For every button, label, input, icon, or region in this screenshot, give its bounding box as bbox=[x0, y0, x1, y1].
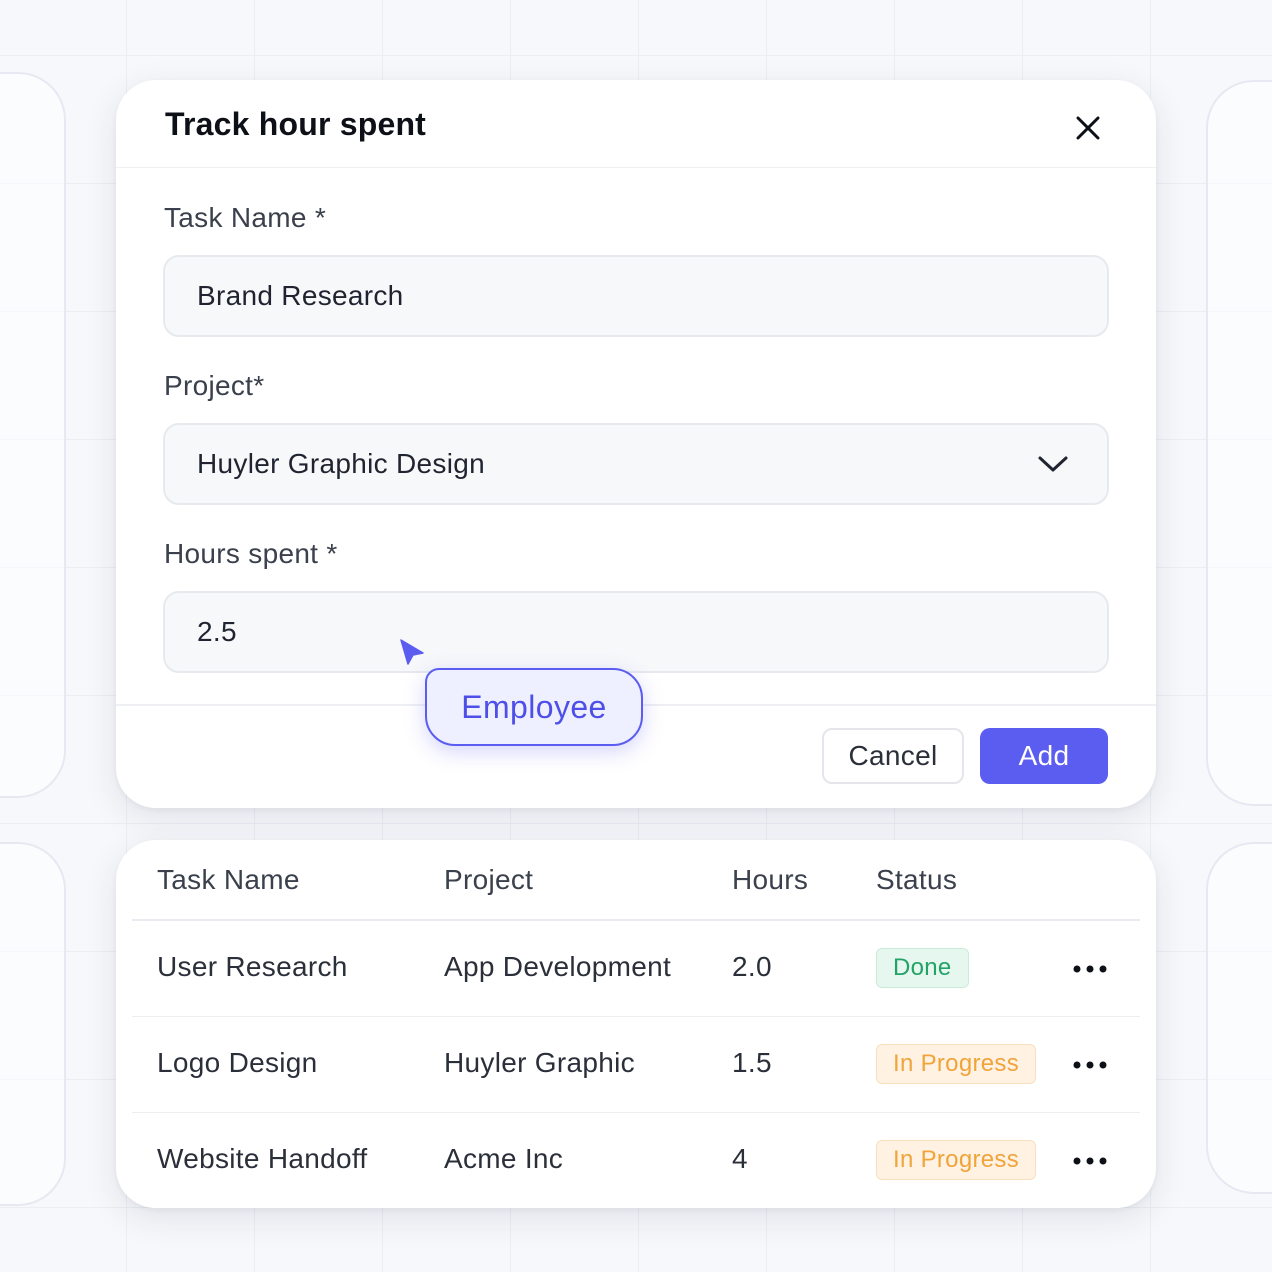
hours-input[interactable] bbox=[197, 616, 1107, 648]
cell-project: Huyler Graphic bbox=[444, 1047, 635, 1078]
project-selected-value: Huyler Graphic Design bbox=[197, 448, 485, 479]
cancel-button[interactable]: Cancel bbox=[822, 728, 964, 784]
background-card bbox=[0, 72, 66, 798]
cell-hours: 1.5 bbox=[732, 1047, 772, 1078]
column-header-project: Project bbox=[444, 864, 534, 895]
hours-field[interactable] bbox=[163, 591, 1109, 673]
status-badge: In Progress bbox=[876, 1140, 1037, 1180]
cell-hours: 2.0 bbox=[732, 951, 772, 982]
column-header-task: Task Name bbox=[157, 864, 300, 895]
project-select[interactable]: Huyler Graphic Design bbox=[163, 423, 1109, 505]
time-entries-table: Task Name Project Hours Status User Rese… bbox=[116, 840, 1156, 1208]
column-header-status: Status bbox=[876, 864, 958, 895]
more-horizontal-icon bbox=[1073, 1061, 1107, 1069]
more-horizontal-icon bbox=[1073, 1157, 1107, 1165]
cell-task: Website Handoff bbox=[157, 1143, 368, 1174]
background-card bbox=[0, 842, 66, 1206]
hours-label: Hours spent * bbox=[164, 538, 338, 569]
column-header-hours: Hours bbox=[732, 864, 809, 895]
cell-project: App Development bbox=[444, 951, 672, 982]
table-row: Logo Design Huyler Graphic 1.5 In Progre… bbox=[132, 1017, 1140, 1113]
table-row: User Research App Development 2.0 Done bbox=[132, 921, 1140, 1017]
table-row: Website Handoff Acme Inc 4 In Progress bbox=[132, 1113, 1140, 1208]
close-icon bbox=[1076, 116, 1100, 140]
modal-title: Track hour spent bbox=[165, 106, 427, 142]
cell-task: Logo Design bbox=[157, 1047, 318, 1078]
more-horizontal-icon bbox=[1073, 965, 1107, 973]
close-button[interactable] bbox=[1066, 106, 1110, 150]
background-card bbox=[1206, 80, 1272, 806]
employee-cursor-tag: Employee bbox=[425, 668, 643, 746]
cell-project: Acme Inc bbox=[444, 1143, 564, 1174]
cell-task: User Research bbox=[157, 951, 348, 982]
task-name-label: Task Name * bbox=[164, 202, 327, 233]
add-button[interactable]: Add bbox=[980, 728, 1108, 784]
status-badge: Done bbox=[876, 948, 969, 988]
cell-hours: 4 bbox=[732, 1143, 748, 1174]
background-card bbox=[1206, 842, 1272, 1194]
cursor-pointer-icon bbox=[400, 639, 424, 665]
status-badge: In Progress bbox=[876, 1044, 1037, 1084]
task-name-input[interactable] bbox=[197, 280, 1107, 312]
modal-header: Track hour spent bbox=[116, 80, 1156, 168]
project-label: Project* bbox=[164, 370, 265, 401]
row-actions-button[interactable] bbox=[1070, 1047, 1110, 1083]
row-actions-button[interactable] bbox=[1070, 1143, 1110, 1179]
chevron-down-icon bbox=[1038, 456, 1068, 472]
row-actions-button[interactable] bbox=[1070, 951, 1110, 987]
task-name-field[interactable] bbox=[163, 255, 1109, 337]
